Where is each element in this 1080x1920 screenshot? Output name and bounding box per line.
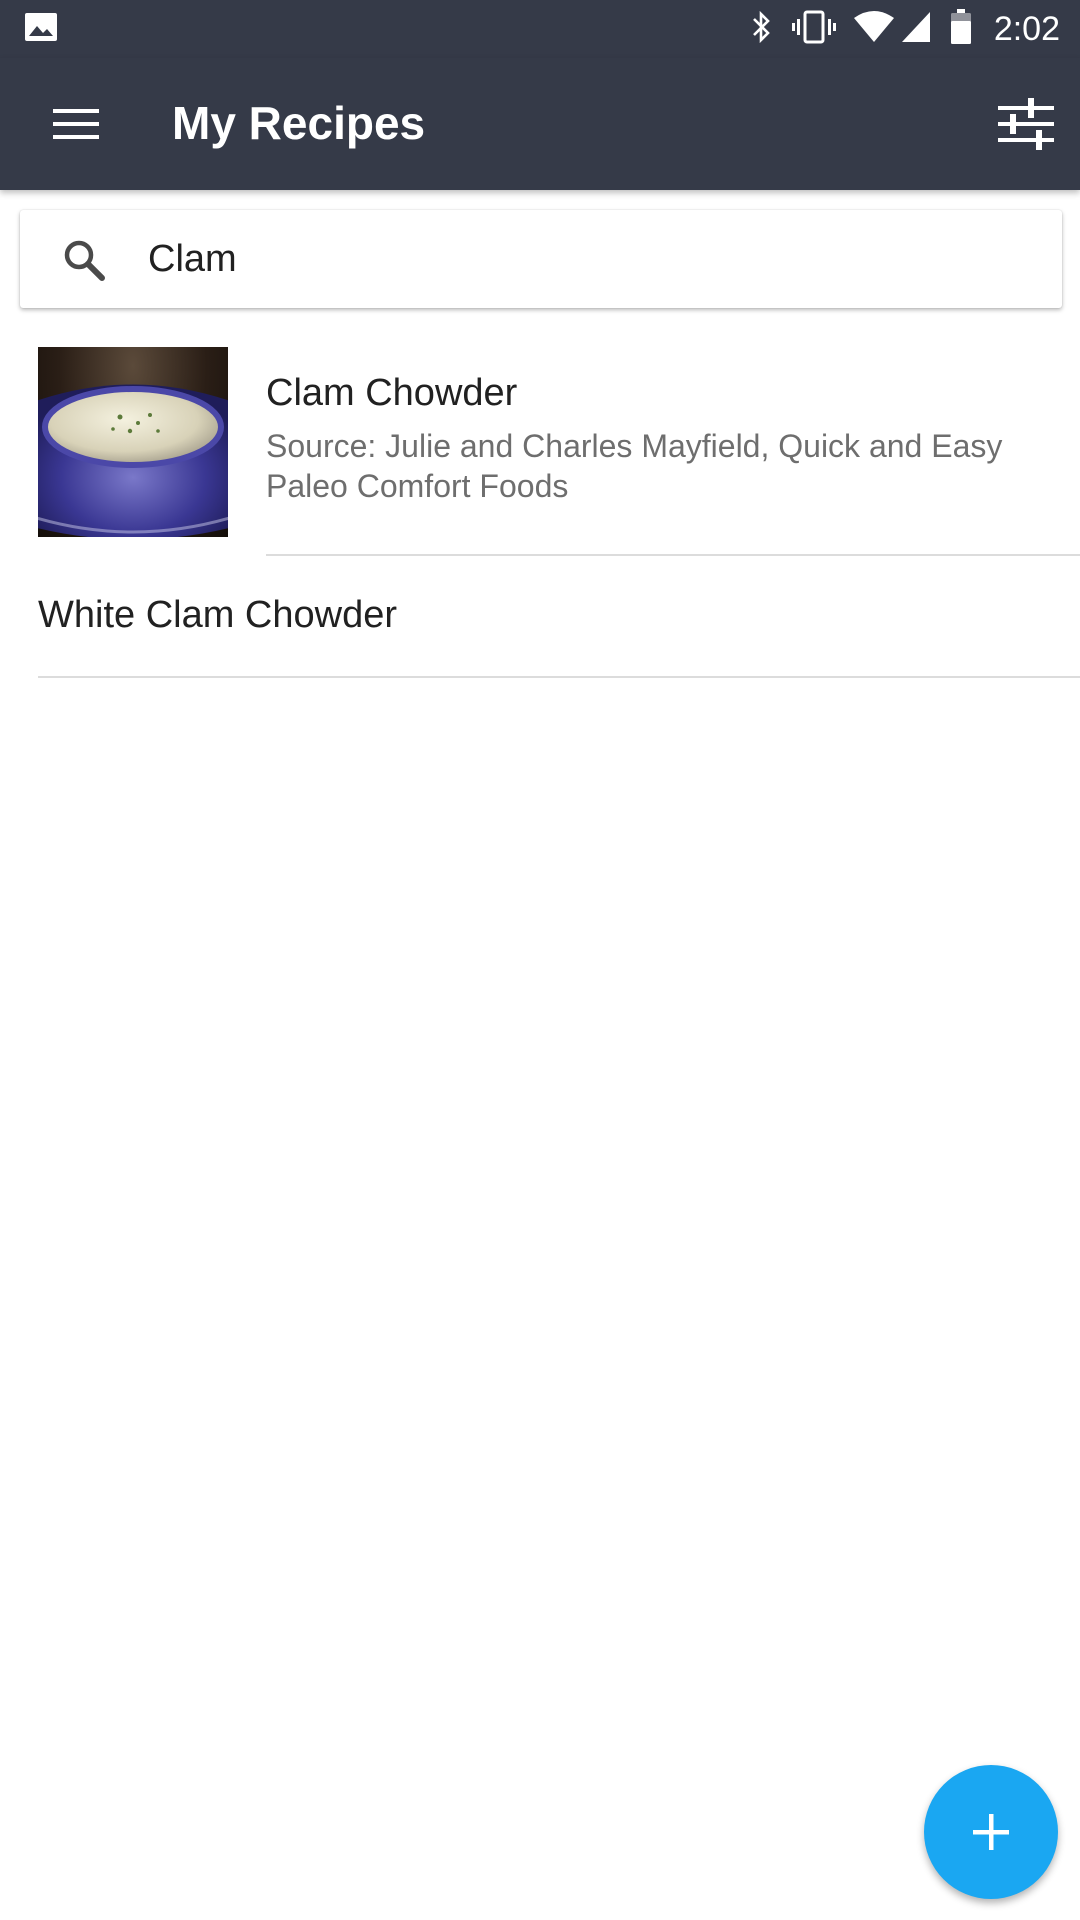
app-bar: My Recipes: [0, 58, 1080, 190]
search-input[interactable]: [148, 228, 1028, 290]
recipe-thumbnail: [38, 347, 228, 537]
screen: 2:02 My Recipes Clam Clam Chowder Source…: [0, 0, 1080, 1920]
cell-signal-icon: [900, 10, 932, 49]
wifi-icon: [853, 10, 894, 49]
status-icons: 2:02: [732, 0, 1060, 58]
divider: [38, 676, 1080, 678]
plus-icon: [973, 1814, 1009, 1850]
filter-button[interactable]: [994, 92, 1058, 156]
page-title: My Recipes: [172, 97, 426, 149]
image-notification-icon: [24, 12, 58, 42]
menu-button[interactable]: [40, 94, 112, 154]
bluetooth-icon: [750, 9, 774, 50]
recipe-title: Clam Chowder: [266, 372, 518, 414]
list-item[interactable]: Clam Chowder Source: Julie and Charles M…: [0, 330, 1080, 556]
list-item[interactable]: White Clam Chowder: [0, 556, 1080, 678]
status-time: 2:02: [993, 9, 1060, 48]
vibrate-icon: [791, 10, 836, 49]
battery-icon: [950, 8, 972, 50]
recipe-title: White Clam Chowder: [38, 594, 397, 636]
search-bar: [20, 210, 1062, 308]
search-icon[interactable]: [60, 236, 108, 284]
recipe-source: Source: Julie and Charles Mayfield, Quic…: [266, 428, 1003, 504]
add-recipe-button[interactable]: [924, 1765, 1058, 1899]
tune-icon: [998, 98, 1054, 150]
status-bar: 2:02: [0, 0, 1080, 58]
menu-icon: [53, 109, 99, 139]
